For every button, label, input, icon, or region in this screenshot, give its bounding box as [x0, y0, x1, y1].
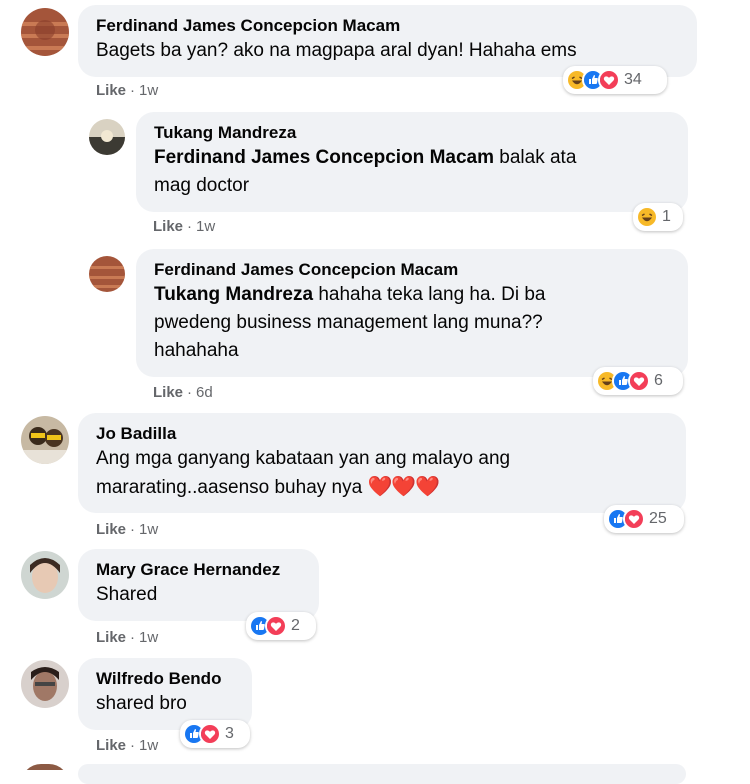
reaction-count: 3: [225, 725, 234, 742]
comment-text: Tukang Mandreza hahaha teka lang ha. Di …: [154, 281, 672, 309]
like-link[interactable]: Like: [96, 82, 126, 99]
like-link[interactable]: Like: [153, 218, 183, 235]
comment-author[interactable]: Ferdinand James Concepcion Macam: [96, 15, 681, 37]
comment-text-line: hahahaha: [154, 340, 239, 361]
comment-author[interactable]: Jo Badilla: [96, 423, 670, 445]
love-reaction-icon: [199, 723, 221, 745]
love-reaction-icon: [598, 69, 620, 91]
comment-meta: Like · 6d: [153, 384, 213, 401]
avatar[interactable]: [21, 416, 69, 464]
timestamp[interactable]: 6d: [196, 384, 213, 401]
avatar[interactable]: [21, 8, 69, 56]
like-link[interactable]: Like: [96, 629, 126, 646]
separator: ·: [130, 737, 136, 754]
comment-author[interactable]: Mary Grace Hernandez: [96, 559, 303, 581]
avatar[interactable]: [21, 551, 69, 599]
comment-bubble: Jo Badilla Ang mga ganyang kabataan yan …: [78, 413, 686, 513]
separator: ·: [130, 82, 136, 99]
reaction-count: 2: [291, 617, 300, 634]
avatar[interactable]: [89, 256, 125, 292]
avatar[interactable]: [89, 119, 125, 155]
timestamp[interactable]: 1w: [139, 629, 158, 646]
comment-author[interactable]: Wilfredo Bendo: [96, 668, 236, 690]
comment-bubble: Ferdinand James Concepcion Macam Tukang …: [136, 249, 688, 377]
comment-bubble: Mary Grace Hernandez Shared: [78, 549, 319, 621]
comment-text: Shared: [96, 584, 158, 605]
reaction-summary[interactable]: 34: [563, 66, 667, 94]
comment-text-part: hahaha teka lang ha. Di ba: [313, 284, 546, 305]
like-link[interactable]: Like: [153, 384, 183, 401]
avatar[interactable]: [21, 660, 69, 708]
timestamp[interactable]: 1w: [139, 521, 158, 538]
next-comment-bubble: [78, 764, 686, 784]
comment-author[interactable]: Tukang Mandreza: [154, 122, 672, 144]
reaction-count: 34: [624, 71, 642, 88]
like-link[interactable]: Like: [96, 521, 126, 538]
love-reaction-icon: [623, 508, 645, 530]
reaction-count: 1: [662, 208, 671, 225]
separator: ·: [130, 629, 136, 646]
timestamp[interactable]: 1w: [196, 218, 215, 235]
reaction-count: 6: [654, 372, 663, 389]
love-reaction-icon: [628, 370, 650, 392]
comment-text: Ang mga ganyang kabataan yan ang malayo …: [96, 448, 511, 469]
comment-text-line: pwedeng business management lang muna??: [154, 312, 543, 333]
reaction-count: 25: [649, 510, 667, 527]
reaction-summary[interactable]: 2: [246, 612, 316, 640]
timestamp[interactable]: 1w: [139, 737, 158, 754]
separator: ·: [187, 384, 193, 401]
avatar[interactable]: [21, 764, 69, 784]
comment-text-part: mararating..aasenso buhay nya: [96, 477, 363, 498]
comment-bubble: Tukang Mandreza Ferdinand James Concepci…: [136, 112, 688, 212]
heart-emoji: ❤️❤️❤️: [367, 476, 440, 498]
love-reaction-icon: [265, 615, 287, 637]
comment-meta: Like · 1w: [96, 521, 158, 538]
comment-text: shared bro: [96, 693, 187, 714]
reaction-summary[interactable]: 6: [593, 367, 683, 395]
separator: ·: [130, 521, 136, 538]
comment-text-line: mag doctor: [154, 175, 250, 196]
comment-author[interactable]: Ferdinand James Concepcion Macam: [154, 259, 672, 281]
comment-text: Ferdinand James Concepcion Macam balak a…: [154, 144, 672, 172]
reaction-summary[interactable]: 25: [604, 505, 684, 533]
reaction-summary[interactable]: 3: [180, 720, 250, 748]
comment-text: Bagets ba yan? ako na magpapa aral dyan!…: [96, 40, 577, 61]
mention-link[interactable]: Tukang Mandreza: [154, 284, 313, 305]
like-link[interactable]: Like: [96, 737, 126, 754]
comment-meta: Like · 1w: [96, 737, 158, 754]
separator: ·: [187, 218, 193, 235]
mention-link[interactable]: Ferdinand James Concepcion Macam: [154, 147, 494, 168]
haha-reaction-icon: [636, 206, 658, 228]
comment-text-line: mararating..aasenso buhay nya ❤️❤️❤️: [96, 473, 670, 502]
reaction-summary[interactable]: 1: [633, 203, 683, 231]
comment-meta: Like · 1w: [153, 218, 215, 235]
comment-meta: Like · 1w: [96, 82, 158, 99]
comment-meta: Like · 1w: [96, 629, 158, 646]
comment-text-part: balak ata: [494, 147, 577, 168]
timestamp[interactable]: 1w: [139, 82, 158, 99]
